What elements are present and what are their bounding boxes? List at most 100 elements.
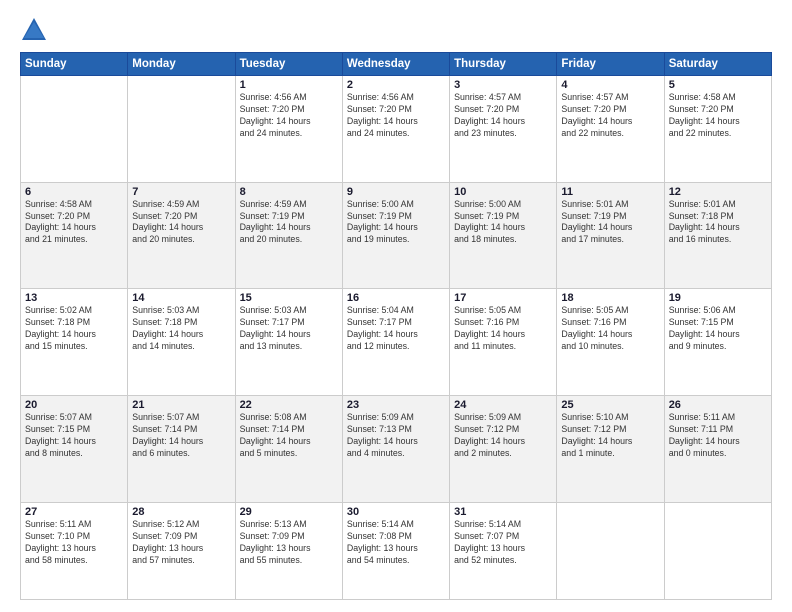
day-info: Sunrise: 5:01 AMSunset: 7:19 PMDaylight:… [561, 199, 659, 247]
calendar-week-row: 6Sunrise: 4:58 AMSunset: 7:20 PMDaylight… [21, 182, 772, 289]
day-number: 20 [25, 399, 123, 411]
calendar-cell: 17Sunrise: 5:05 AMSunset: 7:16 PMDayligh… [450, 289, 557, 396]
calendar-week-row: 13Sunrise: 5:02 AMSunset: 7:18 PMDayligh… [21, 289, 772, 396]
day-info: Sunrise: 4:56 AMSunset: 7:20 PMDaylight:… [347, 92, 445, 140]
day-number: 6 [25, 186, 123, 198]
calendar-cell: 1Sunrise: 4:56 AMSunset: 7:20 PMDaylight… [235, 76, 342, 183]
day-number: 3 [454, 79, 552, 91]
day-info: Sunrise: 5:08 AMSunset: 7:14 PMDaylight:… [240, 412, 338, 460]
calendar-cell: 16Sunrise: 5:04 AMSunset: 7:17 PMDayligh… [342, 289, 449, 396]
calendar-cell: 27Sunrise: 5:11 AMSunset: 7:10 PMDayligh… [21, 502, 128, 599]
calendar-cell: 15Sunrise: 5:03 AMSunset: 7:17 PMDayligh… [235, 289, 342, 396]
day-number: 23 [347, 399, 445, 411]
day-info: Sunrise: 5:07 AMSunset: 7:14 PMDaylight:… [132, 412, 230, 460]
weekday-header: Wednesday [342, 53, 449, 76]
day-info: Sunrise: 5:01 AMSunset: 7:18 PMDaylight:… [669, 199, 767, 247]
calendar-cell [664, 502, 771, 599]
logo-icon [20, 16, 48, 44]
day-number: 19 [669, 292, 767, 304]
weekday-header: Friday [557, 53, 664, 76]
header [20, 16, 772, 44]
day-number: 30 [347, 506, 445, 518]
calendar-cell: 31Sunrise: 5:14 AMSunset: 7:07 PMDayligh… [450, 502, 557, 599]
logo [20, 16, 52, 44]
day-number: 8 [240, 186, 338, 198]
calendar-cell [128, 76, 235, 183]
calendar-cell: 22Sunrise: 5:08 AMSunset: 7:14 PMDayligh… [235, 396, 342, 503]
calendar-cell: 2Sunrise: 4:56 AMSunset: 7:20 PMDaylight… [342, 76, 449, 183]
weekday-header-row: SundayMondayTuesdayWednesdayThursdayFrid… [21, 53, 772, 76]
day-info: Sunrise: 5:02 AMSunset: 7:18 PMDaylight:… [25, 305, 123, 353]
day-number: 15 [240, 292, 338, 304]
calendar-cell: 30Sunrise: 5:14 AMSunset: 7:08 PMDayligh… [342, 502, 449, 599]
day-info: Sunrise: 5:07 AMSunset: 7:15 PMDaylight:… [25, 412, 123, 460]
day-info: Sunrise: 5:03 AMSunset: 7:17 PMDaylight:… [240, 305, 338, 353]
calendar-cell: 11Sunrise: 5:01 AMSunset: 7:19 PMDayligh… [557, 182, 664, 289]
calendar-cell: 19Sunrise: 5:06 AMSunset: 7:15 PMDayligh… [664, 289, 771, 396]
page: SundayMondayTuesdayWednesdayThursdayFrid… [0, 0, 792, 612]
day-number: 25 [561, 399, 659, 411]
calendar-cell: 26Sunrise: 5:11 AMSunset: 7:11 PMDayligh… [664, 396, 771, 503]
calendar-cell: 23Sunrise: 5:09 AMSunset: 7:13 PMDayligh… [342, 396, 449, 503]
day-info: Sunrise: 4:59 AMSunset: 7:20 PMDaylight:… [132, 199, 230, 247]
day-number: 17 [454, 292, 552, 304]
calendar-week-row: 1 Sunrise: 4:56 AMSunset: 7:20 PMDaylight… [21, 76, 772, 183]
calendar-cell: 4Sunrise: 4:57 AMSunset: 7:20 PMDaylight… [557, 76, 664, 183]
day-number: 18 [561, 292, 659, 304]
day-info: Sunrise: 5:09 AMSunset: 7:13 PMDaylight:… [347, 412, 445, 460]
calendar-cell: 3Sunrise: 4:57 AMSunset: 7:20 PMDaylight… [450, 76, 557, 183]
day-number: 28 [132, 506, 230, 518]
day-info: Sunrise: 5:14 AMSunset: 7:08 PMDaylight:… [347, 519, 445, 567]
calendar-cell: 18Sunrise: 5:05 AMSunset: 7:16 PMDayligh… [557, 289, 664, 396]
weekday-header: Monday [128, 53, 235, 76]
weekday-header: Thursday [450, 53, 557, 76]
calendar-cell [557, 502, 664, 599]
day-info: Sunrise: 5:05 AMSunset: 7:16 PMDaylight:… [454, 305, 552, 353]
day-info: Sunrise: 5:10 AMSunset: 7:12 PMDaylight:… [561, 412, 659, 460]
calendar-cell: 24Sunrise: 5:09 AMSunset: 7:12 PMDayligh… [450, 396, 557, 503]
day-info: Sunrise: 5:11 AMSunset: 7:11 PMDaylight:… [669, 412, 767, 460]
day-number: 5 [669, 79, 767, 91]
day-info: Sunrise: 5:13 AMSunset: 7:09 PMDaylight:… [240, 519, 338, 567]
day-info: Sunrise: 5:12 AMSunset: 7:09 PMDaylight:… [132, 519, 230, 567]
calendar-cell: 20Sunrise: 5:07 AMSunset: 7:15 PMDayligh… [21, 396, 128, 503]
day-info: Sunrise: 4:57 AMSunset: 7:20 PMDaylight:… [561, 92, 659, 140]
day-info: Sunrise: 5:05 AMSunset: 7:16 PMDaylight:… [561, 305, 659, 353]
calendar-cell: 14Sunrise: 5:03 AMSunset: 7:18 PMDayligh… [128, 289, 235, 396]
day-number: 1 [240, 79, 338, 91]
calendar-cell: 13Sunrise: 5:02 AMSunset: 7:18 PMDayligh… [21, 289, 128, 396]
day-number: 29 [240, 506, 338, 518]
weekday-header: Sunday [21, 53, 128, 76]
day-info: Sunrise: 4:58 AMSunset: 7:20 PMDaylight:… [669, 92, 767, 140]
day-info: Sunrise: 5:03 AMSunset: 7:18 PMDaylight:… [132, 305, 230, 353]
day-number: 12 [669, 186, 767, 198]
calendar-cell: 7Sunrise: 4:59 AMSunset: 7:20 PMDaylight… [128, 182, 235, 289]
day-number: 21 [132, 399, 230, 411]
calendar-cell: 29Sunrise: 5:13 AMSunset: 7:09 PMDayligh… [235, 502, 342, 599]
day-info: Sunrise: 4:57 AMSunset: 7:20 PMDaylight:… [454, 92, 552, 140]
calendar-cell: 5Sunrise: 4:58 AMSunset: 7:20 PMDaylight… [664, 76, 771, 183]
day-info: Sunrise: 5:11 AMSunset: 7:10 PMDaylight:… [25, 519, 123, 567]
day-info: Sunrise: 5:14 AMSunset: 7:07 PMDaylight:… [454, 519, 552, 567]
day-number: 22 [240, 399, 338, 411]
day-info: Sunrise: 5:09 AMSunset: 7:12 PMDaylight:… [454, 412, 552, 460]
day-number: 4 [561, 79, 659, 91]
calendar-cell: 9Sunrise: 5:00 AMSunset: 7:19 PMDaylight… [342, 182, 449, 289]
day-number: 2 [347, 79, 445, 91]
weekday-header: Tuesday [235, 53, 342, 76]
day-number: 26 [669, 399, 767, 411]
calendar-cell: 25Sunrise: 5:10 AMSunset: 7:12 PMDayligh… [557, 396, 664, 503]
day-number: 14 [132, 292, 230, 304]
day-number: 13 [25, 292, 123, 304]
day-number: 24 [454, 399, 552, 411]
calendar-cell: 28Sunrise: 5:12 AMSunset: 7:09 PMDayligh… [128, 502, 235, 599]
day-info: Sunrise: 5:00 AMSunset: 7:19 PMDaylight:… [454, 199, 552, 247]
day-number: 11 [561, 186, 659, 198]
day-info: Sunrise: 5:00 AMSunset: 7:19 PMDaylight:… [347, 199, 445, 247]
calendar-week-row: 20Sunrise: 5:07 AMSunset: 7:15 PMDayligh… [21, 396, 772, 503]
calendar-cell: 21Sunrise: 5:07 AMSunset: 7:14 PMDayligh… [128, 396, 235, 503]
calendar-cell: 10Sunrise: 5:00 AMSunset: 7:19 PMDayligh… [450, 182, 557, 289]
day-info: Sunrise: 5:04 AMSunset: 7:17 PMDaylight:… [347, 305, 445, 353]
calendar-table: SundayMondayTuesdayWednesdayThursdayFrid… [20, 52, 772, 600]
day-number: 9 [347, 186, 445, 198]
